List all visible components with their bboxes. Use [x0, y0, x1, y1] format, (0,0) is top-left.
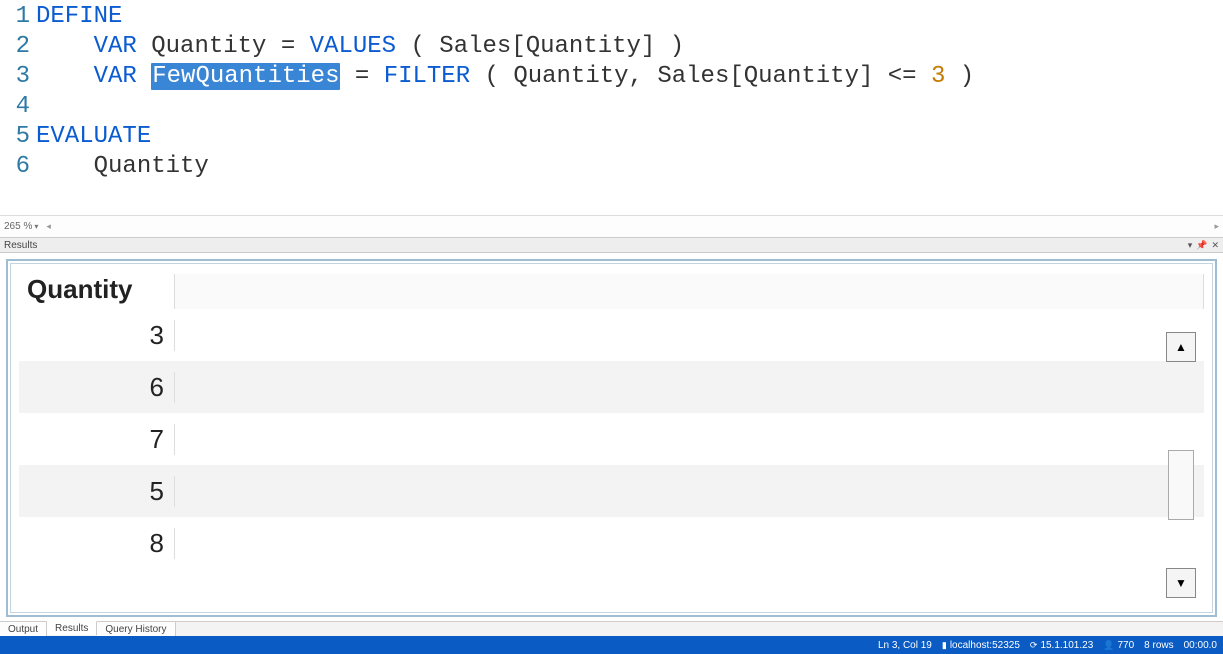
table-row[interactable]: 7 [19, 413, 1204, 465]
status-server: ▮localhost:52325 [942, 640, 1020, 651]
line-number: 3 [0, 62, 36, 92]
results-pane: Quantity 3 6 7 5 8 ▲ ▼ [0, 253, 1223, 621]
code-line[interactable]: VAR FewQuantities = FILTER ( Quantity, S… [36, 62, 1223, 92]
results-vscrollbar[interactable]: ▲ ▼ [1166, 332, 1196, 598]
code-area[interactable]: DEFINE VAR Quantity = VALUES ( Sales[Qua… [36, 0, 1223, 216]
zoom-dropdown-icon[interactable]: ▾ [34, 222, 38, 231]
code-line[interactable]: DEFINE [36, 2, 1223, 32]
version-icon: ⟳ [1030, 640, 1038, 651]
line-number: 4 [0, 92, 36, 122]
status-rows: 8 rows [1144, 640, 1173, 651]
code-line[interactable]: Quantity [36, 152, 1223, 182]
scroll-thumb[interactable] [1168, 450, 1194, 520]
line-number: 2 [0, 32, 36, 62]
bottom-tab-strip: Output Results Query History [0, 621, 1223, 636]
table-row[interactable]: 5 [19, 465, 1204, 517]
cell-quantity[interactable]: 5 [19, 476, 175, 507]
cell-quantity[interactable]: 8 [19, 528, 175, 559]
status-version: ⟳15.1.101.23 [1030, 640, 1093, 651]
scroll-up-icon[interactable]: ▲ [1166, 332, 1196, 362]
status-time: 00:00.0 [1184, 640, 1217, 651]
line-number: 6 [0, 152, 36, 182]
cell-quantity[interactable]: 7 [19, 424, 175, 455]
hscroll-right-icon[interactable]: ▸ [1214, 221, 1219, 232]
line-number: 1 [0, 2, 36, 32]
panel-pin-icon[interactable]: 📌 [1196, 240, 1207, 251]
table-row[interactable]: 3 [19, 309, 1204, 361]
status-cursor-position: Ln 3, Col 19 [878, 640, 932, 651]
tab-results[interactable]: Results [47, 621, 97, 635]
line-number: 5 [0, 122, 36, 152]
results-panel-header: Results ▾ 📌 ✕ [0, 238, 1223, 253]
results-panel-title: Results [4, 240, 37, 251]
editor-footer: 265 % ▾ ◂ ▸ [0, 215, 1223, 237]
code-editor-pane: 123456 DEFINE VAR Quantity = VALUES ( Sa… [0, 0, 1223, 238]
code-line[interactable]: VAR Quantity = VALUES ( Sales[Quantity] … [36, 32, 1223, 62]
selected-text[interactable]: FewQuantities [151, 63, 340, 90]
hscroll-left-icon[interactable]: ◂ [46, 221, 51, 232]
tab-output[interactable]: Output [0, 622, 47, 636]
table-row[interactable]: 8 [19, 517, 1204, 569]
user-icon: 👤 [1103, 640, 1114, 651]
tab-query-history[interactable]: Query History [97, 622, 175, 636]
cell-quantity[interactable]: 6 [19, 372, 175, 403]
cell-quantity[interactable]: 3 [19, 320, 175, 351]
table-row[interactable]: 6 [19, 361, 1204, 413]
panel-menu-icon[interactable]: ▾ [1188, 240, 1193, 251]
server-icon: ▮ [942, 640, 947, 651]
panel-close-icon[interactable]: ✕ [1211, 240, 1219, 251]
zoom-level[interactable]: 265 % [4, 221, 32, 232]
scroll-down-icon[interactable]: ▼ [1166, 568, 1196, 598]
column-header-quantity[interactable]: Quantity [19, 274, 175, 309]
line-number-gutter: 123456 [0, 0, 36, 216]
code-line[interactable] [36, 92, 1223, 122]
status-bar: Ln 3, Col 19 ▮localhost:52325 ⟳15.1.101.… [0, 636, 1223, 654]
code-line[interactable]: EVALUATE [36, 122, 1223, 152]
status-spid: 👤770 [1103, 640, 1134, 651]
results-grid: Quantity 3 6 7 5 8 [19, 274, 1204, 569]
